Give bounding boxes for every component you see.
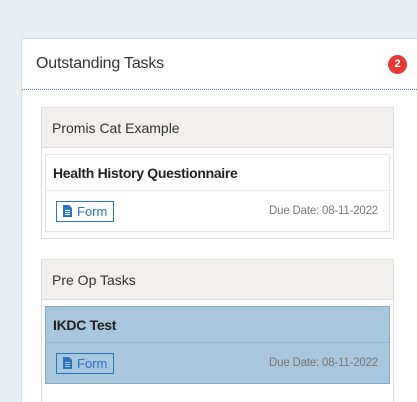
document-icon [63, 357, 72, 369]
task-footer: Form Due Date: 08-11-2022 [46, 343, 389, 383]
task-group-promis-cat: Promis Cat Example Health History Questi… [41, 107, 394, 239]
form-button-label: Form [77, 355, 108, 371]
due-date: Due Date: 08-11-2022 [269, 205, 378, 217]
panel-header: Outstanding Tasks 2 [22, 39, 417, 90]
task-footer: Form Due Date: 08-11-2022 [46, 191, 389, 231]
group-header: Pre Op Tasks [42, 260, 393, 300]
panel-title: Outstanding Tasks [36, 55, 164, 72]
form-button[interactable]: Form [56, 352, 115, 374]
task-name[interactable]: Health History Questionnaire [46, 155, 389, 191]
task-count-badge: 2 [388, 54, 407, 74]
group-header: Promis Cat Example [42, 108, 393, 148]
task-group-pre-op: Pre Op Tasks IKDC Test Form Due Date: 08… [41, 259, 394, 402]
document-icon [63, 205, 72, 217]
form-button-label: Form [77, 203, 108, 219]
outstanding-tasks-panel: Outstanding Tasks 2 Promis Cat Example H… [21, 38, 417, 402]
task-row-health-history[interactable]: Health History Questionnaire Form Due Da… [45, 154, 390, 232]
form-button[interactable]: Form [56, 200, 115, 222]
due-date: Due Date: 08-11-2022 [269, 357, 378, 369]
task-name[interactable]: IKDC Test [46, 307, 389, 343]
task-row-ikdc-test[interactable]: IKDC Test Form Due Date: 08-11-2022 [45, 306, 390, 384]
